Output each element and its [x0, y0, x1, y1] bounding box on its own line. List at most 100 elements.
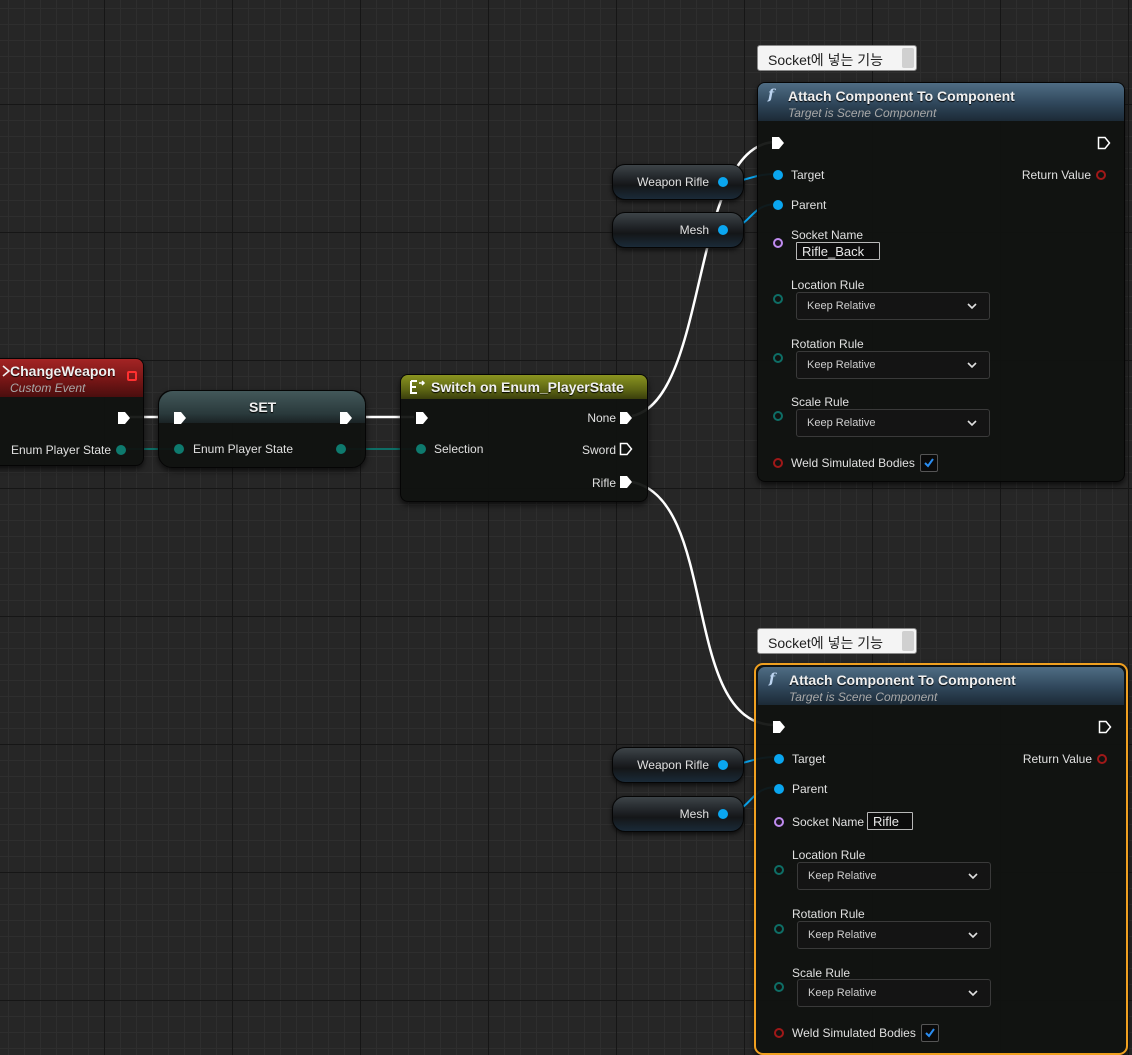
attach-return-label: Return Value: [1022, 752, 1092, 766]
switch-node-title: Switch on Enum_PlayerState: [431, 379, 624, 395]
chevron-down-icon: [967, 303, 977, 310]
mesh-out-pin[interactable]: [718, 809, 728, 819]
attach-socket-pin[interactable]: [774, 817, 784, 827]
attach-socket-input[interactable]: Rifle: [867, 812, 913, 830]
comment-bubble-2[interactable]: Socket에 넣는 기능: [757, 628, 917, 654]
event-enum-out-pin[interactable]: [116, 445, 126, 455]
location-value: Keep Relative: [808, 870, 877, 882]
switch-output-rifle-label: Rifle: [591, 476, 616, 490]
attach-scale-label: Scale Rule: [792, 966, 851, 980]
attach-weld-label: Weld Simulated Bodies: [791, 456, 915, 470]
attach-scale-pin[interactable]: [774, 982, 784, 992]
attach-node-subtitle: Target is Scene Component: [788, 106, 937, 120]
attach-node-title: Attach Component To Component: [789, 672, 1016, 688]
attach-location-dropdown[interactable]: Keep Relative: [796, 292, 990, 320]
event-node-title: ChangeWeapon: [10, 363, 116, 379]
comment-pin-icon[interactable]: [902, 631, 914, 651]
attach-exec-out-pin[interactable]: [1098, 720, 1112, 734]
event-node-subtitle: Custom Event: [10, 381, 86, 395]
switch-exec-in-pin[interactable]: [415, 411, 429, 425]
attach-weld-pin[interactable]: [774, 1028, 784, 1038]
switch-exec-sword-pin[interactable]: [619, 442, 633, 456]
set-variable-node[interactable]: SET Enum Player State: [158, 390, 366, 468]
function-f-icon: f: [769, 671, 776, 687]
rotation-value: Keep Relative: [807, 359, 876, 371]
switch-output-sword-label: Sword: [581, 443, 616, 457]
attach-socket-label: Socket Name: [791, 228, 864, 242]
attach-component-node-2[interactable]: f Attach Component To Component Target i…: [754, 663, 1128, 1055]
attach-rotation-label: Rotation Rule: [792, 907, 865, 921]
attach-location-label: Location Rule: [792, 848, 866, 862]
weapon-rifle-getter-1[interactable]: Weapon Rifle: [612, 164, 744, 200]
attach-rotation-pin[interactable]: [774, 924, 784, 934]
attach-parent-label: Parent: [792, 782, 828, 796]
attach-socket-input[interactable]: Rifle_Back: [796, 242, 880, 260]
weapon-rifle-label: Weapon Rifle: [637, 175, 709, 189]
attach-location-dropdown[interactable]: Keep Relative: [797, 862, 991, 890]
set-exec-in-pin[interactable]: [173, 411, 187, 425]
switch-output-none-label: None: [587, 411, 616, 425]
comment-pin-icon[interactable]: [902, 48, 914, 68]
attach-node-subtitle: Target is Scene Component: [789, 690, 938, 704]
attach-weld-pin[interactable]: [773, 458, 783, 468]
attach-exec-out-pin[interactable]: [1097, 136, 1111, 150]
attach-return-pin[interactable]: [1096, 170, 1106, 180]
switch-exec-none-pin[interactable]: [619, 411, 633, 425]
attach-weld-checkbox[interactable]: [920, 454, 938, 472]
switch-exec-rifle-pin[interactable]: [619, 475, 633, 489]
set-enum-out-pin[interactable]: [336, 444, 346, 454]
attach-return-pin[interactable]: [1097, 754, 1107, 764]
attach-rotation-pin[interactable]: [773, 353, 783, 363]
attach-target-label: Target: [791, 168, 825, 182]
event-delegate-pin[interactable]: [127, 371, 137, 381]
attach-scale-label: Scale Rule: [791, 395, 850, 409]
attach-component-node-1[interactable]: f Attach Component To Component Target i…: [757, 82, 1125, 482]
comment-text: Socket에 넣는 기능: [768, 635, 883, 651]
switch-on-enum-node[interactable]: Switch on Enum_PlayerState Selection Non…: [400, 374, 648, 502]
attach-rotation-label: Rotation Rule: [791, 337, 864, 351]
mesh-getter-1[interactable]: Mesh: [612, 212, 744, 248]
set-input-label: Enum Player State: [193, 442, 294, 456]
attach-rotation-dropdown[interactable]: Keep Relative: [797, 921, 991, 949]
attach-parent-pin[interactable]: [773, 200, 783, 210]
chevron-down-icon: [968, 873, 978, 880]
attach-location-pin[interactable]: [773, 294, 783, 304]
weapon-rifle-out-pin[interactable]: [718, 177, 728, 187]
switch-enum-icon: [410, 380, 426, 394]
attach-parent-pin[interactable]: [774, 784, 784, 794]
attach-parent-label: Parent: [791, 198, 827, 212]
attach-target-label: Target: [792, 752, 826, 766]
mesh-label: Mesh: [679, 807, 709, 821]
attach-scale-pin[interactable]: [773, 411, 783, 421]
switch-selection-pin[interactable]: [416, 444, 426, 454]
chevron-down-icon: [967, 420, 977, 427]
attach-exec-in-pin[interactable]: [771, 136, 785, 150]
attach-target-pin[interactable]: [773, 170, 783, 180]
attach-exec-in-pin[interactable]: [772, 720, 786, 734]
attach-location-pin[interactable]: [774, 865, 784, 875]
scale-value: Keep Relative: [808, 987, 877, 999]
attach-socket-label: Socket Name: [792, 815, 865, 829]
attach-weld-label: Weld Simulated Bodies: [792, 1026, 916, 1040]
set-enum-in-pin[interactable]: [174, 444, 184, 454]
attach-weld-checkbox[interactable]: [921, 1024, 939, 1042]
attach-target-pin[interactable]: [774, 754, 784, 764]
attach-location-label: Location Rule: [791, 278, 865, 292]
mesh-out-pin[interactable]: [718, 225, 728, 235]
scale-value: Keep Relative: [807, 417, 876, 429]
weapon-rifle-out-pin[interactable]: [718, 760, 728, 770]
attach-scale-dropdown[interactable]: Keep Relative: [796, 409, 990, 437]
change-weapon-event-node[interactable]: ChangeWeapon Custom Event Enum Player St…: [0, 358, 144, 466]
chevron-down-icon: [967, 362, 977, 369]
rotation-value: Keep Relative: [808, 929, 877, 941]
attach-rotation-dropdown[interactable]: Keep Relative: [796, 351, 990, 379]
attach-scale-dropdown[interactable]: Keep Relative: [797, 979, 991, 1007]
comment-bubble-1[interactable]: Socket에 넣는 기능: [757, 45, 917, 71]
mesh-getter-2[interactable]: Mesh: [612, 796, 744, 832]
attach-socket-pin[interactable]: [773, 238, 783, 248]
weapon-rifle-getter-2[interactable]: Weapon Rifle: [612, 747, 744, 783]
event-exec-out-pin[interactable]: [117, 411, 131, 425]
attach-return-label: Return Value: [1021, 168, 1091, 182]
set-exec-out-pin[interactable]: [339, 411, 353, 425]
checkmark-icon: [925, 1028, 935, 1038]
